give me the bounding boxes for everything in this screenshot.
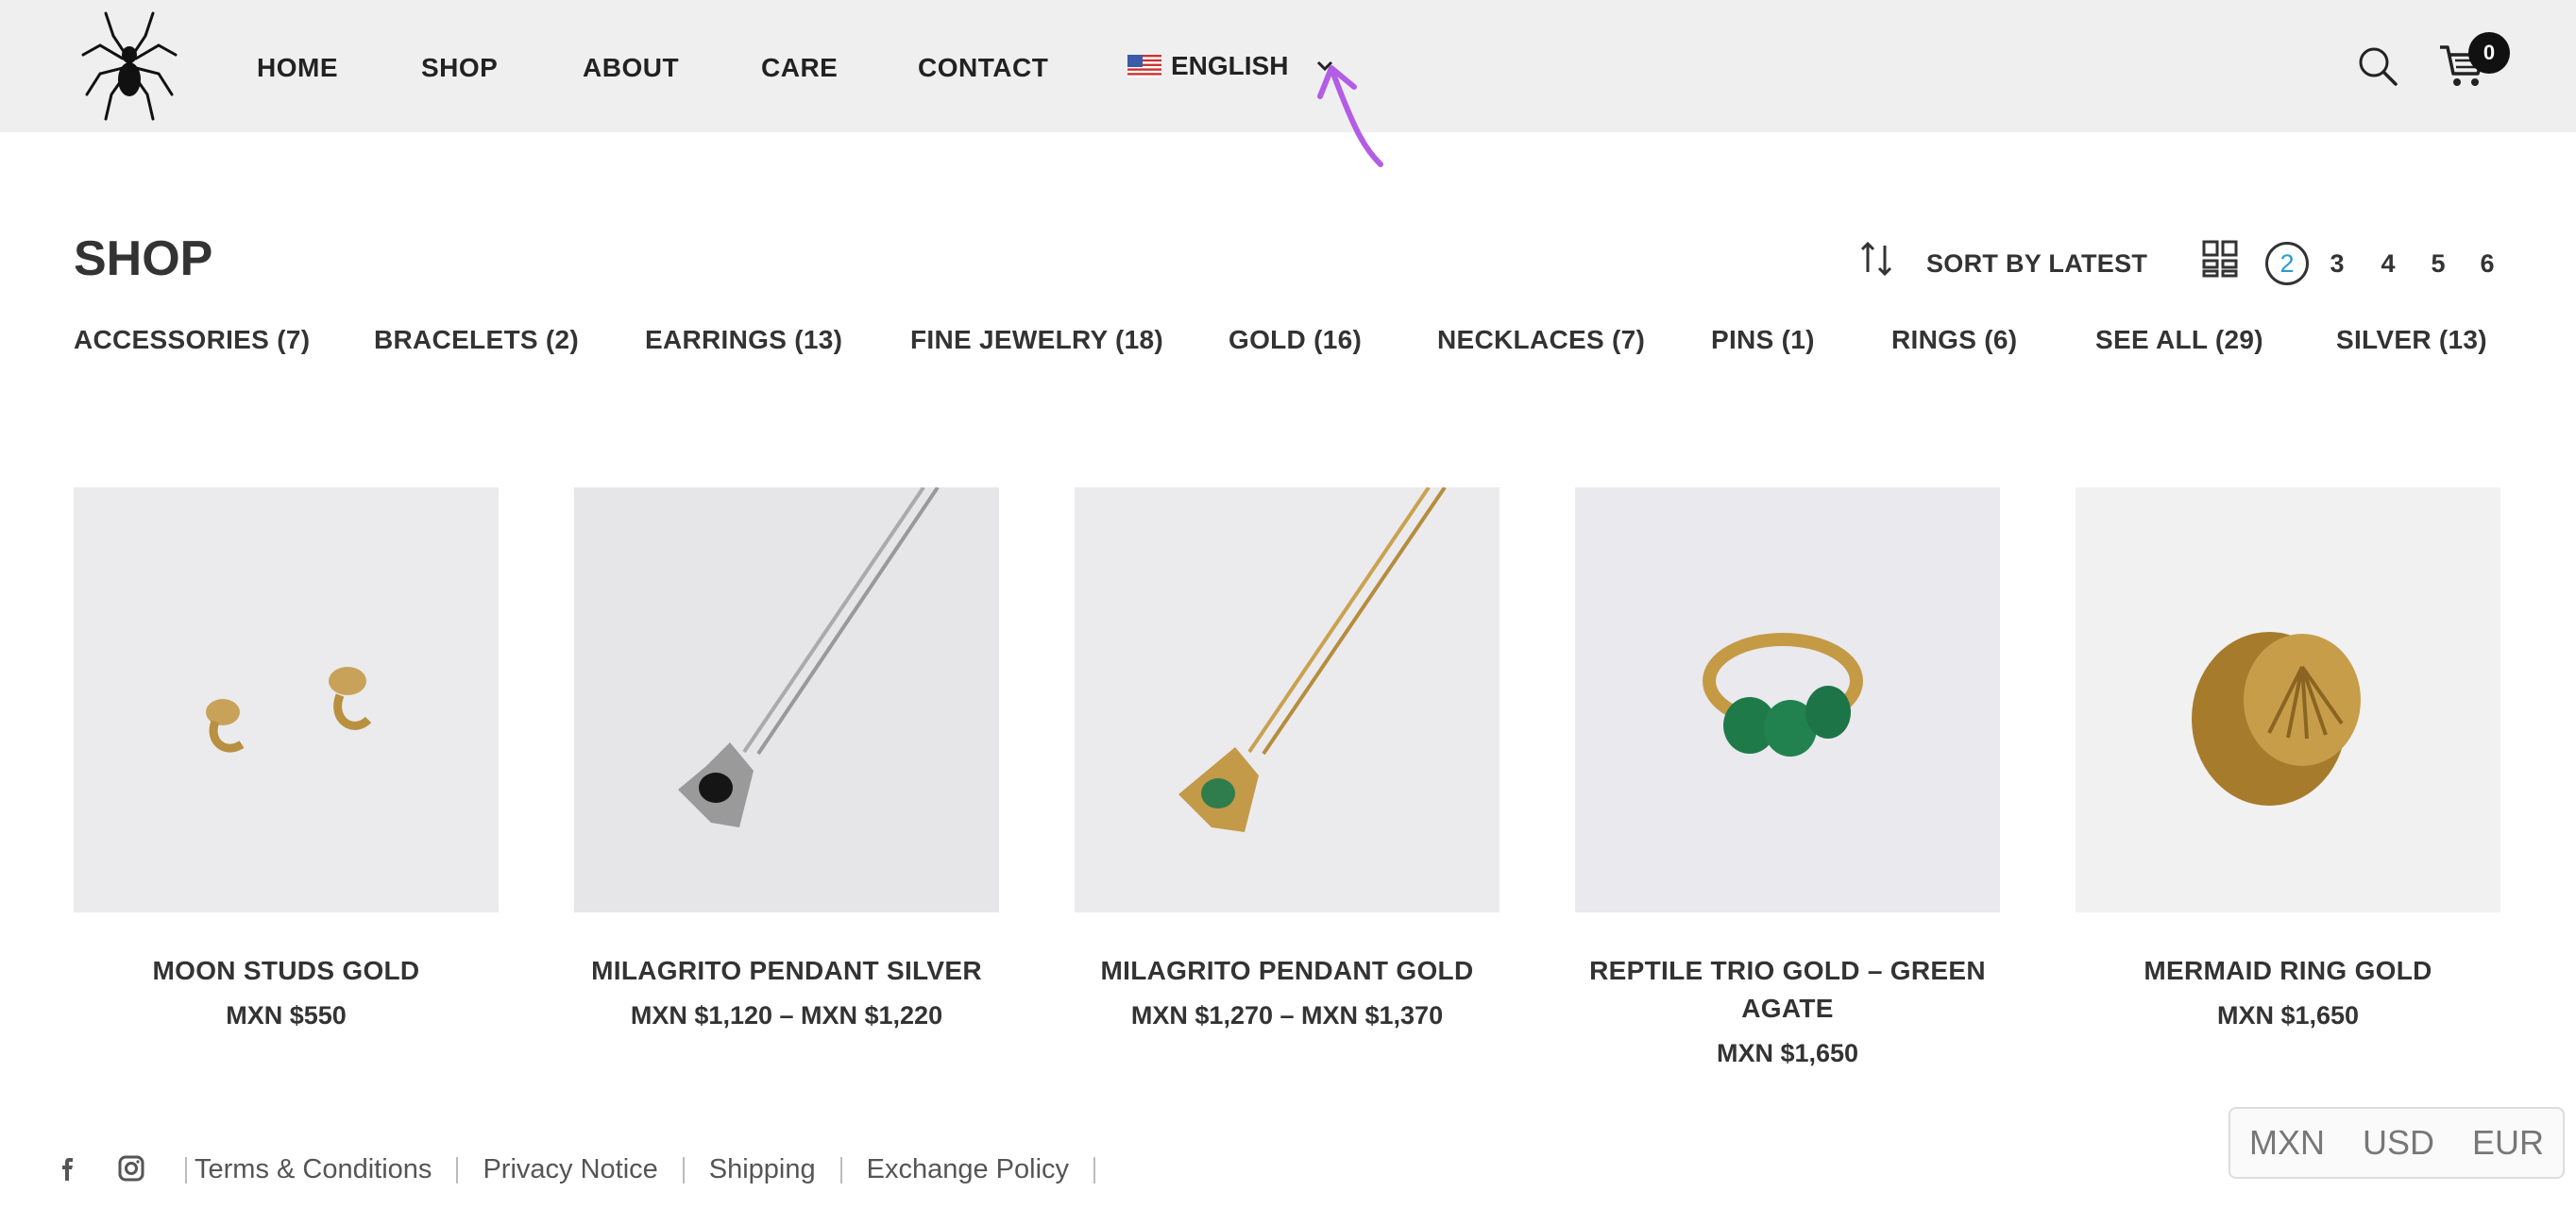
product-card[interactable]: MILAGRITO PENDANT GOLD MXN $1,270 – MXN … xyxy=(1075,487,1500,1030)
category-pins[interactable]: PINS (1) xyxy=(1711,325,1815,355)
category-accessories[interactable]: ACCESSORIES (7) xyxy=(74,325,310,355)
product-card[interactable]: MILAGRITO PENDANT SILVER MXN $1,120 – MX… xyxy=(574,487,999,1030)
currency-usd[interactable]: USD xyxy=(2363,1123,2434,1163)
category-earrings[interactable]: EARRINGS (13) xyxy=(645,325,842,355)
mermaid-ring-image xyxy=(2076,487,2500,912)
currency-mxn[interactable]: MXN xyxy=(2249,1123,2325,1163)
category-see-all[interactable]: SEE ALL (29) xyxy=(2095,325,2263,355)
category-bracelets[interactable]: BRACELETS (2) xyxy=(374,325,579,355)
category-gold[interactable]: GOLD (16) xyxy=(1229,325,1362,355)
sort-icon[interactable] xyxy=(1860,240,1894,278)
page-title: SHOP xyxy=(74,231,213,286)
footer-link-shipping[interactable]: Shipping xyxy=(709,1154,816,1185)
product-image[interactable] xyxy=(1075,487,1500,912)
language-selector[interactable]: ENGLISH xyxy=(1127,51,1335,81)
currency-switcher: MXN USD EUR xyxy=(2229,1107,2565,1179)
spider-logo-icon[interactable] xyxy=(77,8,181,125)
product-image[interactable] xyxy=(74,487,499,912)
facebook-icon[interactable] xyxy=(55,1154,83,1183)
cart-count-badge: 0 xyxy=(2468,32,2510,74)
product-price: MXN $1,650 xyxy=(2216,1001,2360,1030)
product-name[interactable]: REPTILE TRIO GOLD – GREEN AGATE xyxy=(1575,952,2000,1028)
category-necklaces[interactable]: NECKLACES (7) xyxy=(1437,325,1645,355)
nav-about[interactable]: ABOUT xyxy=(583,53,679,83)
grid-option-4[interactable]: 4 xyxy=(2366,242,2410,285)
footer-link-terms[interactable]: Terms & Conditions xyxy=(195,1154,432,1185)
category-fine-jewelry[interactable]: FINE JEWELRY (18) xyxy=(910,325,1163,355)
category-rings[interactable]: RINGS (6) xyxy=(1891,325,2017,355)
product-name[interactable]: MILAGRITO PENDANT SILVER xyxy=(574,952,999,990)
instagram-icon[interactable] xyxy=(117,1154,145,1183)
product-price: MXN $1,270 – MXN $1,370 xyxy=(1130,1001,1444,1030)
category-silver[interactable]: SILVER (13) xyxy=(2336,325,2487,355)
product-card[interactable]: MOON STUDS GOLD MXN $550 xyxy=(74,487,499,1030)
divider xyxy=(185,1156,187,1183)
product-price: MXN $1,120 – MXN $1,220 xyxy=(630,1001,943,1030)
product-image[interactable] xyxy=(2076,487,2500,912)
divider xyxy=(456,1156,459,1183)
product-price: MXN $550 xyxy=(226,1001,347,1030)
footer-links: Terms & Conditions Privacy Notice Shippi… xyxy=(185,1154,1120,1185)
grid-option-6[interactable]: 6 xyxy=(2466,242,2509,285)
footer-link-exchange[interactable]: Exchange Policy xyxy=(867,1154,1069,1185)
product-image[interactable] xyxy=(574,487,999,912)
nav-care[interactable]: CARE xyxy=(761,53,838,83)
silver-pendant-image xyxy=(574,487,999,912)
grid-option-5[interactable]: 5 xyxy=(2416,242,2460,285)
divider xyxy=(1093,1156,1096,1183)
product-card[interactable]: REPTILE TRIO GOLD – GREEN AGATE MXN $1,6… xyxy=(1575,487,2000,1068)
sort-dropdown[interactable]: SORT BY LATEST xyxy=(1926,249,2147,279)
currency-eur[interactable]: EUR xyxy=(2472,1123,2544,1163)
earrings-image xyxy=(74,487,499,912)
product-image[interactable] xyxy=(1575,487,2000,912)
product-name[interactable]: MILAGRITO PENDANT GOLD xyxy=(1075,952,1500,990)
grid-layout-icon[interactable] xyxy=(2202,240,2238,278)
nav-shop[interactable]: SHOP xyxy=(421,53,498,83)
grid-option-3[interactable]: 3 xyxy=(2315,242,2359,285)
product-name[interactable]: MOON STUDS GOLD xyxy=(74,952,499,990)
product-name[interactable]: MERMAID RING GOLD xyxy=(2076,952,2500,990)
gold-pendant-image xyxy=(1075,487,1500,912)
product-card[interactable]: MERMAID RING GOLD MXN $1,650 xyxy=(2076,487,2500,1030)
search-icon[interactable] xyxy=(2357,45,2398,87)
annotation-arrow xyxy=(1317,65,1383,167)
grid-option-2[interactable]: 2 xyxy=(2265,242,2309,285)
language-label: ENGLISH xyxy=(1171,51,1289,80)
ring-agate-image xyxy=(1575,487,2000,912)
nav-home[interactable]: HOME xyxy=(257,53,338,83)
nav-contact[interactable]: CONTACT xyxy=(918,53,1048,83)
divider xyxy=(682,1156,685,1183)
footer-link-privacy[interactable]: Privacy Notice xyxy=(483,1154,657,1185)
us-flag-icon xyxy=(1127,55,1161,77)
product-price: MXN $1,650 xyxy=(1716,1039,1859,1067)
divider xyxy=(839,1156,842,1183)
site-header: HOME SHOP ABOUT CARE CONTACT ENGLISH 0 xyxy=(0,0,2576,132)
